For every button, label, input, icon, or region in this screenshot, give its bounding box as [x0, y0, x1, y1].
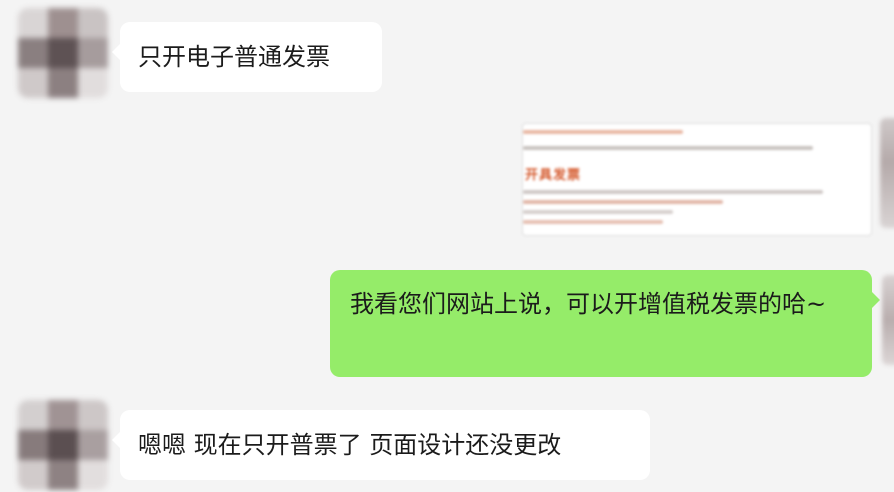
- contact-avatar[interactable]: [18, 8, 108, 98]
- message-text: 嗯嗯 现在只开普票了 页面设计还没更改: [138, 431, 562, 459]
- self-avatar[interactable]: [880, 118, 894, 228]
- message-text: 只开电子普通发票: [138, 43, 330, 71]
- image-heading: 开具发票: [525, 168, 582, 183]
- contact-avatar[interactable]: [18, 400, 108, 490]
- message-text: 我看您们网站上说，可以开增值税发票的哈~: [350, 290, 827, 318]
- self-avatar[interactable]: [882, 275, 894, 365]
- outgoing-message-bubble[interactable]: 我看您们网站上说，可以开增值税发票的哈~: [330, 270, 880, 377]
- image-message[interactable]: 开具发票: [522, 123, 872, 236]
- incoming-message-bubble[interactable]: 只开电子普通发票: [112, 22, 382, 92]
- incoming-message-bubble[interactable]: 嗯嗯 现在只开普票了 页面设计还没更改: [112, 410, 650, 480]
- chat-conversation: 只开电子普通发票 开具发票 我看您们网站上说，可以开增值税发票的哈~ 嗯嗯 现在…: [0, 0, 894, 492]
